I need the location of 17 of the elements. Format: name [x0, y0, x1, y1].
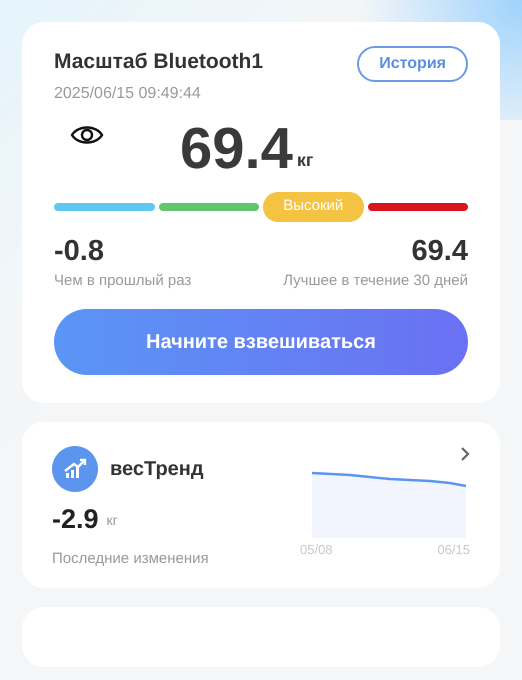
level-badge: Высокий: [263, 192, 364, 222]
history-button[interactable]: История: [357, 46, 468, 82]
trend-change: -2.9: [52, 504, 99, 534]
weight-unit: кг: [296, 148, 314, 172]
stat-label: Лучшее в течение 30 дней: [282, 270, 468, 290]
scale-title: Масштаб Bluetooth1: [54, 49, 264, 75]
stat-value: -0.8: [54, 234, 105, 268]
trend-icon: [52, 446, 98, 492]
start-weighing-button[interactable]: Начните взвешиваться: [54, 308, 468, 374]
stat-value: 69.4: [412, 234, 468, 268]
trend-title: весТренд: [110, 456, 204, 482]
stat-label: Чем в прошлый раз: [54, 270, 192, 290]
trend-unit: кг: [106, 510, 118, 530]
timestamp: 2025/06/15 09:49:44: [54, 84, 202, 104]
chevron-right-icon[interactable]: [460, 446, 470, 462]
weight-value: 69.4: [180, 120, 293, 178]
trend-caption: Последние изменения: [52, 548, 210, 568]
